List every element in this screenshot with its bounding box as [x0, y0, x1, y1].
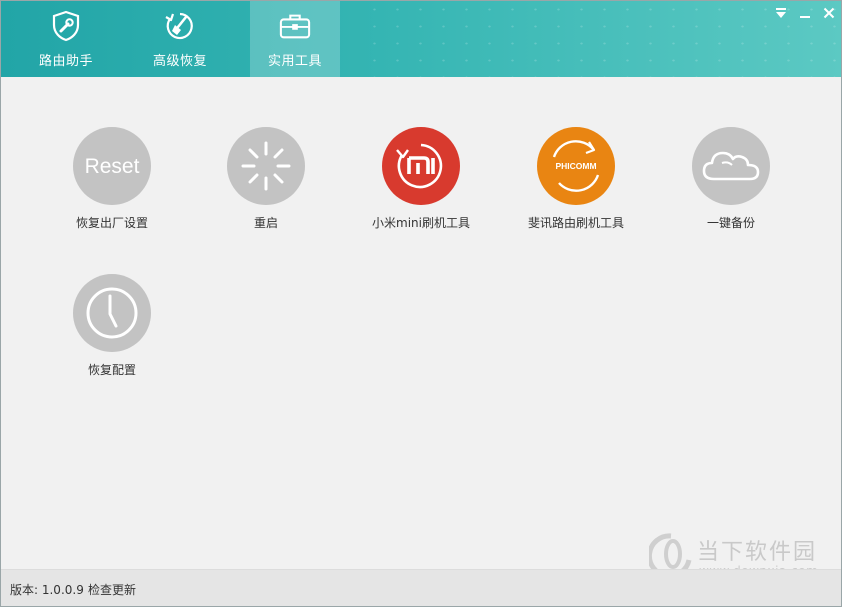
svg-text:Reset: Reset	[85, 155, 140, 178]
clock-restore-icon	[73, 274, 151, 352]
tool-restore-config[interactable]: 恢复配置	[37, 274, 187, 394]
cloud-backup-icon	[692, 127, 770, 205]
app-window: 路由助手 高级恢复 实用工具 Reset 恢复出厂设置 重启 小米mini刷机工…	[0, 0, 842, 607]
tool-factory-reset[interactable]: Reset 恢复出厂设置	[37, 127, 187, 247]
svg-text:PHICOMM: PHICOMM	[555, 161, 596, 171]
tab-label: 路由助手	[38, 54, 93, 69]
tool-label: 一键备份	[706, 216, 755, 230]
tab-label: 实用工具	[267, 54, 322, 69]
version-label: 版本: 1.0.0.9	[10, 583, 84, 597]
tool-label: 重启	[253, 216, 278, 230]
window-controls	[773, 5, 837, 21]
tool-xiaomi-mini-flash[interactable]: 小米mini刷机工具	[346, 127, 496, 247]
tool-label: 斐讯路由刷机工具	[527, 216, 624, 230]
tool-label: 小米mini刷机工具	[372, 216, 470, 230]
broom-refresh-icon	[164, 10, 196, 42]
tool-label: 恢复配置	[87, 363, 136, 377]
tool-phicomm-flash[interactable]: PHICOMM 斐讯路由刷机工具	[501, 127, 651, 247]
menu-icon[interactable]	[773, 5, 789, 21]
tab-utilities[interactable]: 实用工具	[250, 1, 340, 77]
restart-spinner-icon	[227, 127, 305, 205]
watermark-name: 当下软件园	[697, 540, 818, 565]
tool-restart[interactable]: 重启	[191, 127, 341, 247]
phicomm-flash-icon: PHICOMM	[537, 127, 615, 205]
toolbox-icon	[279, 10, 311, 42]
tab-router-assistant[interactable]: 路由助手	[21, 1, 111, 77]
tool-one-click-backup[interactable]: 一键备份	[656, 127, 806, 247]
tab-advanced-restore[interactable]: 高级恢复	[135, 1, 225, 77]
check-update-link[interactable]: 检查更新	[88, 581, 136, 598]
minimize-icon[interactable]	[797, 5, 813, 21]
status-bar: 版本: 1.0.0.9 检查更新	[1, 569, 841, 606]
header-bar: 路由助手 高级恢复 实用工具	[1, 1, 841, 77]
tab-label: 高级恢复	[152, 54, 207, 69]
shield-wrench-icon	[50, 10, 82, 42]
tool-label: 恢复出厂设置	[75, 216, 148, 230]
close-icon[interactable]	[821, 5, 837, 21]
reset-icon: Reset	[73, 127, 151, 205]
xiaomi-flash-icon	[382, 127, 460, 205]
